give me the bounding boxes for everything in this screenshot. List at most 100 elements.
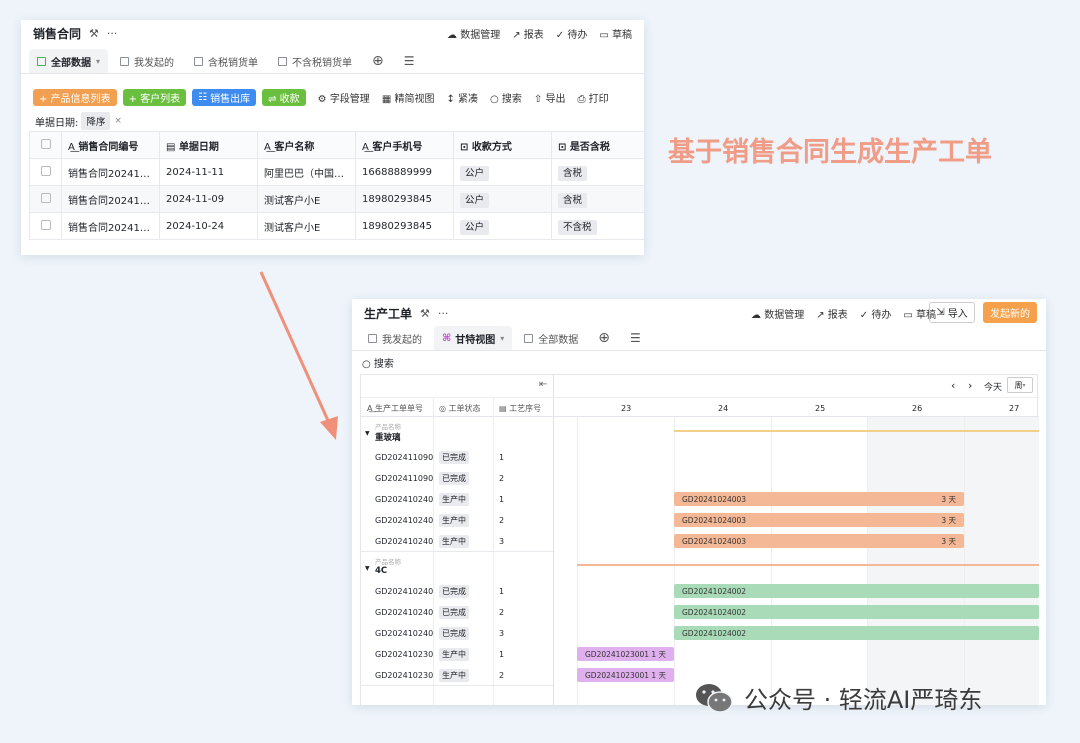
cell: 不含税 — [551, 212, 644, 240]
product-list-button[interactable]: + 产品信息列表 — [33, 89, 117, 106]
cell: 测试客户小E — [257, 212, 356, 240]
scale-select[interactable]: 周 ▾ — [1007, 377, 1033, 393]
start-new-button[interactable]: 发起新的 — [983, 302, 1037, 323]
search-button[interactable]: ○ 搜索 — [362, 355, 394, 370]
dense-button[interactable]: ↕ 紧凑 — [446, 90, 478, 105]
gantt-task-bar[interactable]: GD20241024003 3 天 — [674, 534, 964, 548]
bar-label: GD20241024003 — [682, 494, 747, 504]
compact-view-button[interactable]: ▦ 精简视图 — [382, 90, 435, 105]
tab-all-data[interactable]: 全部数据 ▾ — [29, 49, 109, 73]
status-badge: 生产中 — [439, 535, 469, 548]
gantt-task-bar[interactable]: GD20241023001 1 天 — [577, 647, 674, 661]
tab-tax-excluded[interactable]: 不含税销货单 — [270, 49, 360, 73]
sales-contract-window: 销售合同 ⚒ ··· ☁ 数据管理 ↗ 报表 ✓ 待办 ▭ 草稿 全部数据 ▾ … — [21, 20, 644, 255]
column-contract-no[interactable]: A͟ 销售合同编号 — [61, 131, 160, 159]
bar-duration: 1 天 — [651, 649, 666, 659]
more-icon[interactable]: ··· — [107, 27, 118, 40]
column-doc-date[interactable]: ▤ 单据日期 — [159, 131, 258, 159]
gantt-row[interactable]: GD20241024002 已完成 2 — [361, 602, 553, 623]
column-status[interactable]: ◎ 工单状态 — [439, 403, 481, 414]
report-button[interactable]: ↗ 报表 — [816, 306, 848, 321]
data-manage-button[interactable]: ☁ 数据管理 — [447, 26, 500, 41]
draft-button[interactable]: ▭ 草稿 — [599, 26, 632, 41]
table-header: A͟ 销售合同编号 ▤ 单据日期 A͟ 客户名称 A͟ 客户手机号 ⊡ 收款方式… — [29, 131, 644, 159]
group-header[interactable]: ▼ 产品名称 重玻璃 — [365, 421, 553, 443]
cell: 阿里巴巴（中国）... — [257, 158, 356, 186]
gantt-task-bar[interactable]: GD20241024002 — [674, 626, 1039, 640]
row-checkbox[interactable] — [29, 212, 62, 240]
wrench-icon[interactable]: ⚒ — [89, 27, 99, 40]
order-no: GD20241023001 — [375, 671, 433, 680]
customer-list-button[interactable]: + 客户列表 — [122, 89, 187, 106]
gantt-row[interactable]: GD20241024002 已完成 1 — [361, 581, 553, 602]
gantt-row[interactable]: GD20241023001 生产中 1 — [361, 644, 553, 665]
row-checkbox[interactable] — [29, 158, 62, 186]
bar-label: GD20241024002 — [682, 586, 747, 596]
gantt-row[interactable]: GD20241109004 已完成 2 — [361, 468, 553, 489]
bar-duration: 3 天 — [941, 536, 956, 546]
next-icon[interactable]: › — [968, 379, 972, 392]
collect-payment-button[interactable]: ⇌ 收款 — [262, 89, 306, 106]
sales-outbound-button[interactable]: ☷ 销售出库 — [192, 89, 257, 106]
tab-mine[interactable]: 我发起的 — [112, 49, 182, 73]
gantt-row[interactable]: GD20241024003 生产中 3 — [361, 531, 553, 552]
close-icon[interactable]: × — [114, 116, 122, 126]
print-button[interactable]: ⎙ 打印 — [577, 90, 608, 105]
column-customer-name[interactable]: A͟ 客户名称 — [257, 131, 356, 159]
gantt-task-bar[interactable]: GD20241024003 3 天 — [674, 513, 964, 527]
row-checkbox[interactable] — [29, 185, 62, 213]
search-button[interactable]: ○ 搜索 — [490, 90, 522, 105]
report-button[interactable]: ↗ 报表 — [512, 26, 544, 41]
data-manage-button[interactable]: ☁ 数据管理 — [751, 306, 804, 321]
gantt-task-bar[interactable]: GD20241023001 1 天 — [577, 668, 674, 682]
tab-gantt[interactable]: ⌘ 甘特视图 ▾ — [434, 326, 513, 350]
column-customer-phone[interactable]: A͟ 客户手机号 — [355, 131, 454, 159]
table-row[interactable]: 销售合同2024111... 2024-11-11 阿里巴巴（中国）... 16… — [29, 158, 644, 186]
gantt-task-bar[interactable]: GD20241024003 3 天 — [674, 492, 964, 506]
gantt-row[interactable]: GD20241109004 已完成 1 — [361, 447, 553, 468]
collapse-icon[interactable]: ⇤ — [539, 379, 547, 390]
more-icon[interactable]: ··· — [438, 307, 449, 320]
select-all-checkbox[interactable] — [29, 131, 62, 159]
sales-contract-table: A͟ 销售合同编号 ▤ 单据日期 A͟ 客户名称 A͟ 客户手机号 ⊡ 收款方式… — [29, 131, 644, 240]
wrench-icon[interactable]: ⚒ — [420, 307, 430, 320]
today-button[interactable]: 今天 — [984, 380, 1002, 393]
day-label: 25 — [815, 404, 826, 413]
add-view-icon[interactable]: ⊕ — [364, 49, 392, 73]
group-name: 4C — [375, 566, 388, 576]
gantt-task-bar[interactable]: GD20241024002 — [674, 605, 1039, 619]
export-button[interactable]: ⇧ 导出 — [534, 90, 566, 105]
status-badge: 生产中 — [439, 493, 469, 506]
column-tax-included[interactable]: ⊡ 是否含税 — [551, 131, 644, 159]
bar-label: GD20241024003 — [682, 536, 747, 546]
todo-button[interactable]: ✓ 待办 — [860, 306, 892, 321]
cell: 16688889999 — [355, 158, 454, 186]
list-icon[interactable]: ☰ — [622, 326, 649, 350]
group-header[interactable]: ▼ 产品名称 4C — [365, 556, 553, 578]
column-payment-method[interactable]: ⊡ 收款方式 — [453, 131, 552, 159]
column-seq[interactable]: ▤ 工艺序号 — [499, 403, 541, 414]
gantt-task-bar[interactable]: GD20241024002 — [674, 584, 1039, 598]
gantt-row[interactable]: GD20241023001 生产中 2 — [361, 665, 553, 686]
list-icon[interactable]: ☰ — [396, 49, 423, 73]
tab-tax-included[interactable]: 含税销货单 — [186, 49, 266, 73]
bar-label: GD20241024002 — [682, 607, 747, 617]
bar-label: GD20241023001 — [585, 649, 650, 659]
gantt-row[interactable]: GD20241024002 已完成 3 — [361, 623, 553, 644]
table-row[interactable]: 销售合同2024102... 2024-10-24 测试客户小E 1898029… — [29, 212, 644, 240]
table-row[interactable]: 销售合同2024110... 2024-11-09 测试客户小E 1898029… — [29, 185, 644, 213]
day-label: 23 — [621, 404, 632, 413]
todo-button[interactable]: ✓ 待办 — [556, 26, 588, 41]
tab-all-data[interactable]: 全部数据 — [516, 326, 586, 350]
gantt-row[interactable]: GD20241024003 生产中 2 — [361, 510, 553, 531]
column-order-no[interactable]: A͟ 生产工单单号 — [367, 403, 423, 414]
add-view-icon[interactable]: ⊕ — [590, 326, 618, 350]
tab-mine[interactable]: 我发起的 — [360, 326, 430, 350]
field-manage-button[interactable]: ⚙ 字段管理 — [318, 90, 370, 105]
import-button[interactable]: ⇲ 导入 — [929, 302, 975, 323]
order-no: GD20241024002 — [375, 608, 433, 617]
sort-value-chip[interactable]: 降序 — [81, 112, 111, 130]
prev-icon[interactable]: ‹ — [951, 379, 955, 392]
status-badge: 生产中 — [439, 648, 469, 661]
gantt-row[interactable]: GD20241024003 生产中 1 — [361, 489, 553, 510]
